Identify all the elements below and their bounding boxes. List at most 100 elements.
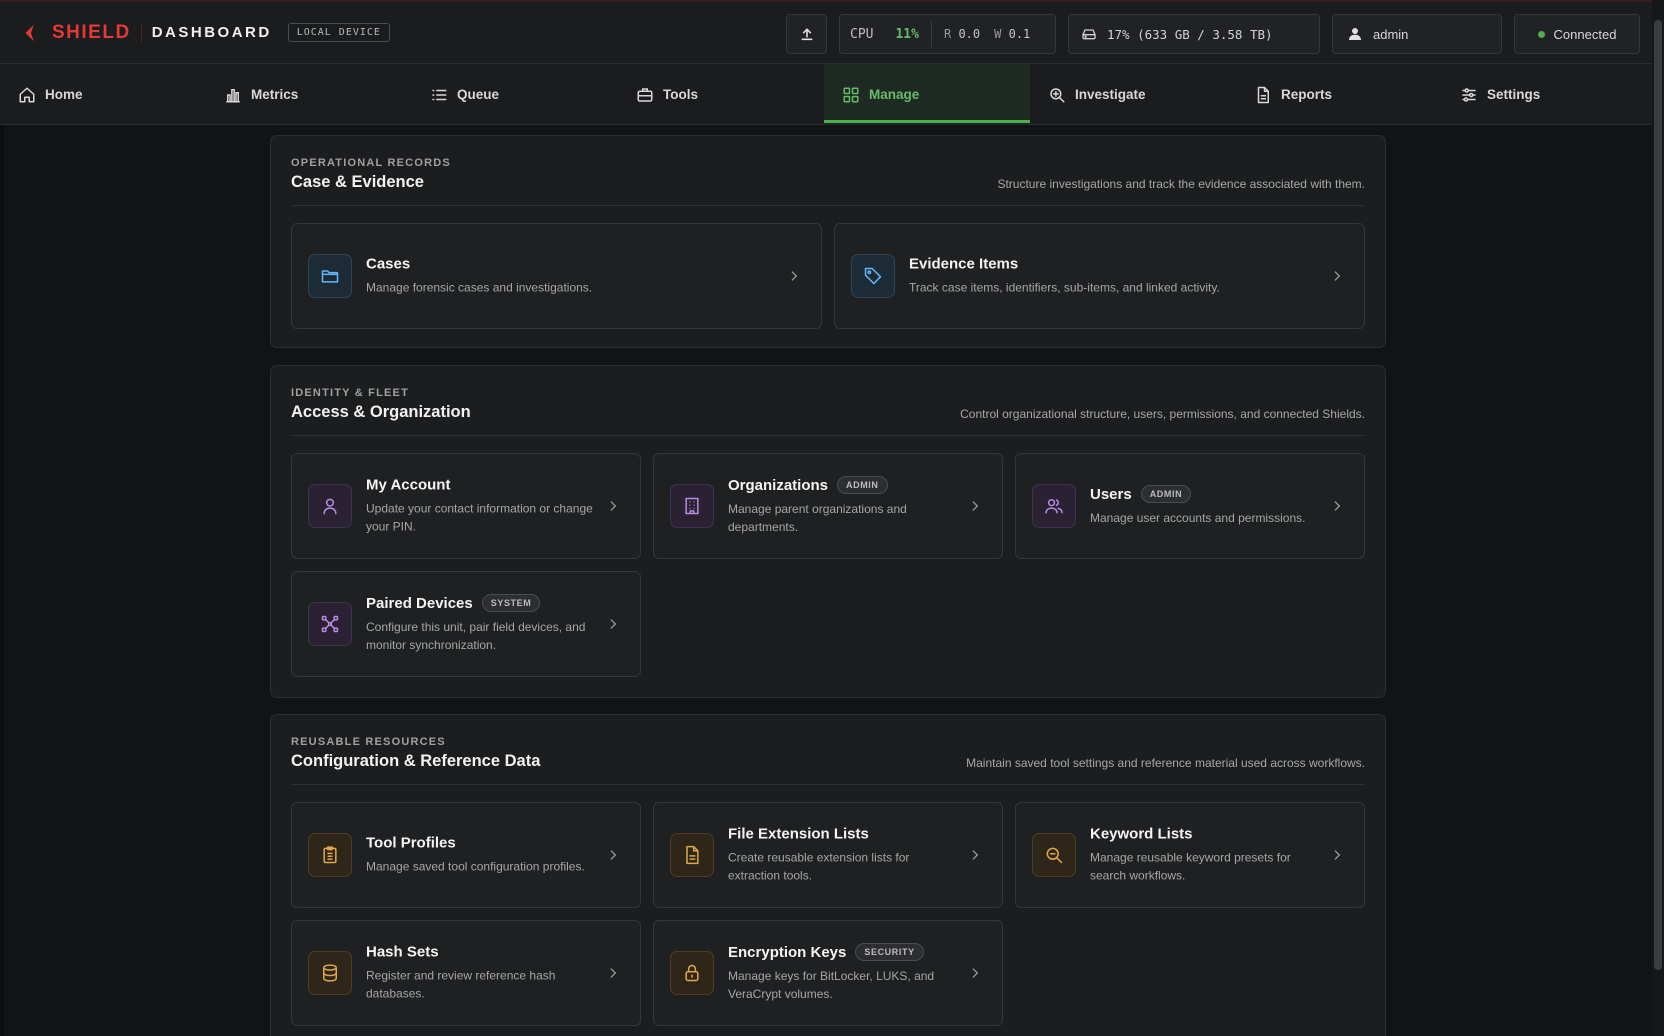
- clipboard-icon: [323, 846, 337, 864]
- cpu-monitor[interactable]: CPU 11% R 0.0 W 0.1: [839, 14, 1056, 54]
- card-title: Tool Profiles: [366, 834, 456, 852]
- card-cases[interactable]: Cases Manage forensic cases and investig…: [291, 223, 822, 329]
- tab-settings[interactable]: Settings: [1442, 64, 1648, 125]
- role-badge: SYSTEM: [481, 594, 541, 612]
- chevron-right-icon: [972, 850, 979, 860]
- card-title: File Extension Lists: [728, 825, 869, 843]
- card-title: Users: [1090, 485, 1132, 503]
- brand-subtitle: DASHBOARD: [151, 24, 272, 41]
- chevron-right-icon: [610, 619, 617, 629]
- chevron-right-icon: [610, 501, 617, 511]
- tag-icon: [864, 267, 882, 285]
- card-keyword-lists[interactable]: Keyword Lists Manage reusable keyword pr…: [1015, 802, 1365, 908]
- tab-home[interactable]: Home: [0, 64, 206, 125]
- cpu-value: 11%: [895, 26, 919, 42]
- section-eyebrow: IDENTITY & FLEET: [291, 387, 410, 399]
- top-header: SHIELD DASHBOARD LOCAL DEVICE CPU 11% R …: [0, 0, 1664, 64]
- username: admin: [1373, 26, 1409, 42]
- file-icon: [686, 845, 699, 865]
- card-users[interactable]: Users ADMIN Manage user accounts and perm…: [1015, 453, 1365, 559]
- chevron-right-icon: [610, 850, 617, 860]
- role-badge: ADMIN: [1140, 485, 1192, 503]
- section-access-organization: IDENTITY & FLEET Access & Organization C…: [270, 365, 1386, 698]
- card-title: Organizations: [728, 476, 829, 494]
- document-icon: [1257, 86, 1269, 103]
- card-description: Update your contact information or chang…: [366, 501, 593, 534]
- disk-usage[interactable]: 17% (633 GB / 3.58 TB): [1068, 14, 1320, 54]
- card-paired-devices[interactable]: Paired Devices SYSTEM Configure this unit…: [291, 571, 641, 677]
- card-description: Create reusable extension lists for extr…: [728, 850, 910, 883]
- card-description: Manage parent organizations and departme…: [728, 502, 907, 534]
- user-icon: [1349, 28, 1361, 40]
- section-case-evidence: OPERATIONAL RECORDS Case & Evidence Stru…: [270, 135, 1386, 348]
- read-rate: R 0.0: [943, 27, 981, 41]
- card-title: Paired Devices: [366, 594, 473, 612]
- section-title: Configuration & Reference Data: [291, 752, 541, 770]
- card-title: Keyword Lists: [1090, 825, 1193, 843]
- section-eyebrow: OPERATIONAL RECORDS: [291, 157, 451, 169]
- tab-queue[interactable]: Queue: [412, 64, 618, 125]
- card-description: Track case items, identifiers, sub-items…: [909, 280, 1220, 295]
- card-file-extension-lists[interactable]: File Extension Lists Create reusable ext…: [653, 802, 1003, 908]
- card-description: Manage reusable keyword presets for sear…: [1090, 850, 1291, 883]
- card-description: Manage saved tool configuration profiles…: [366, 859, 585, 874]
- window-edge: [0, 0, 4, 1036]
- device-badge: LOCAL DEVICE: [287, 23, 390, 42]
- chevron-right-icon: [972, 968, 979, 978]
- connection-label: Connected: [1553, 26, 1617, 42]
- section-eyebrow: REUSABLE RESOURCES: [291, 736, 446, 748]
- scrollbar-track[interactable]: [1652, 0, 1664, 1036]
- chevron-right-icon: [1334, 501, 1341, 511]
- chevron-right-icon: [972, 501, 979, 511]
- tab-tools[interactable]: Tools: [618, 64, 824, 125]
- section-description: Maintain saved tool settings and referen…: [966, 756, 1365, 770]
- card-encryption-keys[interactable]: Encryption Keys SECURITY Manage keys for …: [653, 920, 1003, 1026]
- card-evidence-items[interactable]: Evidence Items Track case items, identif…: [834, 223, 1365, 329]
- chevron-right-icon: [791, 271, 798, 281]
- card-description: Configure this unit, pair field devices,…: [366, 620, 586, 652]
- card-organizations[interactable]: Organizations ADMIN Manage parent organiz…: [653, 453, 1003, 559]
- sliders-icon: [1462, 87, 1476, 102]
- card-hash-sets[interactable]: Hash Sets Register and review reference …: [291, 920, 641, 1026]
- scrollbar-thumb[interactable]: [1654, 20, 1662, 970]
- card-description: Manage forensic cases and investigations…: [366, 280, 593, 295]
- write-rate: W 0.1: [994, 27, 1031, 41]
- home-icon: [19, 87, 35, 102]
- tab-metrics[interactable]: Metrics: [206, 64, 412, 125]
- tab-investigate[interactable]: Investigate: [1030, 64, 1236, 125]
- status-dot: [1537, 30, 1545, 38]
- connection-status[interactable]: Connected: [1514, 14, 1640, 54]
- disk-usage-text: 17% (633 GB / 3.58 TB): [1107, 26, 1273, 42]
- network-icon: [321, 615, 339, 633]
- building-icon: [685, 497, 699, 515]
- section-description: Structure investigations and track the e…: [997, 177, 1365, 191]
- drive-icon: [1082, 29, 1096, 40]
- briefcase-icon: [637, 87, 653, 102]
- section-title: Case & Evidence: [291, 173, 424, 191]
- cpu-label: CPU: [850, 26, 874, 42]
- brand[interactable]: SHIELD DASHBOARD: [20, 22, 272, 44]
- chevron-right-icon: [610, 968, 617, 978]
- card-description: Manage user accounts and permissions.: [1090, 511, 1306, 525]
- users-icon: [1045, 499, 1063, 514]
- tab-manage[interactable]: Manage: [824, 64, 1030, 125]
- role-badge: ADMIN: [837, 476, 888, 494]
- card-my-account[interactable]: My Account Update your contact informati…: [291, 453, 641, 559]
- lock-icon: [685, 964, 699, 982]
- section-title: Access & Organization: [291, 403, 471, 421]
- role-badge: SECURITY: [855, 943, 924, 961]
- bar-chart-icon: [226, 88, 240, 102]
- user-icon: [323, 498, 337, 515]
- tab-reports[interactable]: Reports: [1236, 64, 1442, 125]
- user-menu[interactable]: admin: [1332, 14, 1502, 54]
- search-doc-icon: [1046, 847, 1063, 864]
- chevron-right-icon: [1334, 271, 1341, 281]
- card-title: Hash Sets: [366, 943, 439, 961]
- card-tool-profiles[interactable]: Tool Profiles Manage saved tool configur…: [291, 802, 641, 908]
- section-configuration-reference: REUSABLE RESOURCES Configuration & Refer…: [270, 714, 1386, 1036]
- upload-button[interactable]: [786, 14, 827, 54]
- brand-name: SHIELD: [52, 21, 131, 43]
- shield-logo-icon: [25, 24, 34, 41]
- folder-icon: [321, 270, 339, 283]
- list-icon: [432, 89, 447, 100]
